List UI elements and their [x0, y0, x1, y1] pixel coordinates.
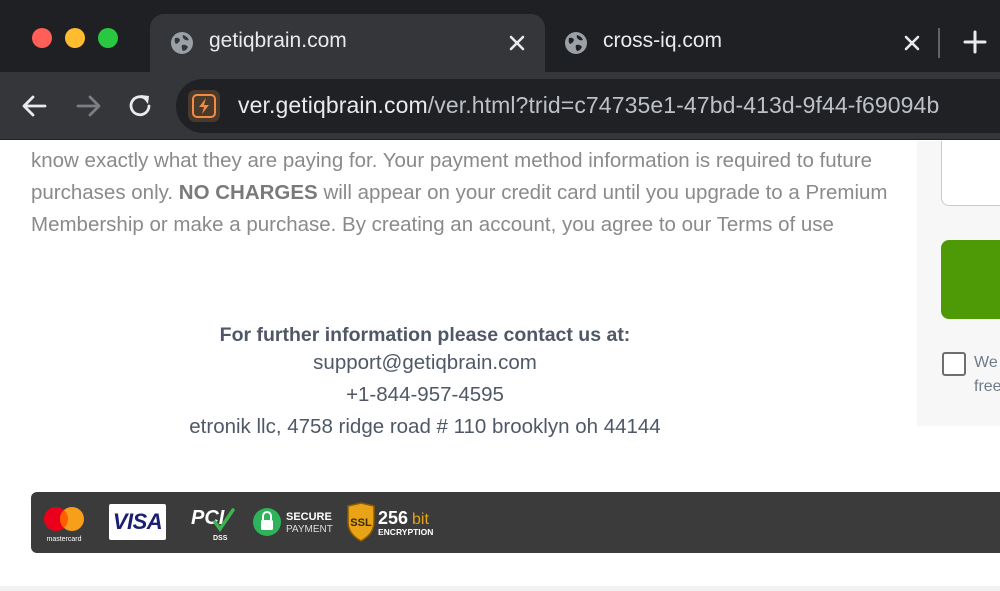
- no-charges-emphasis: NO CHARGES: [178, 181, 318, 204]
- contact-email[interactable]: support@getiqbrain.com: [0, 347, 850, 379]
- pci-dss-logo: PCI DSS: [191, 507, 235, 542]
- svg-text:DSS: DSS: [213, 535, 228, 542]
- globe-icon: [565, 32, 587, 54]
- plus-icon[interactable]: [960, 27, 990, 57]
- svg-text:mastercard: mastercard: [46, 536, 81, 543]
- address-bar[interactable]: ver.getiqbrain.com/ver.html?trid=c74735e…: [176, 79, 1000, 133]
- svg-text:bit: bit: [412, 511, 429, 528]
- site-info-button[interactable]: [188, 90, 220, 122]
- svg-text:PAYMENT: PAYMENT: [286, 524, 333, 535]
- close-icon[interactable]: [505, 31, 529, 55]
- tab-title: getiqbrain.com: [209, 29, 347, 52]
- form-input-field[interactable]: [941, 141, 1000, 206]
- tab-cross-iq[interactable]: cross-iq.com: [550, 14, 940, 72]
- terms-paragraph: know exactly what they are paying for. Y…: [31, 149, 888, 236]
- reload-icon[interactable]: [125, 91, 155, 121]
- minimize-window-button[interactable]: [65, 28, 85, 48]
- secure-payment-logo: SECURE PAYMENT: [253, 508, 333, 536]
- contact-address: etronik llc, 4758 ridge road # 110 brook…: [189, 415, 661, 438]
- forward-arrow-icon[interactable]: [73, 91, 103, 121]
- tab-bar: getiqbrain.com cross-iq.com: [0, 0, 1000, 72]
- payment-logos-bar: mastercard VISA PCI DSS SECURE PAYMENT S…: [31, 492, 1000, 553]
- submit-button[interactable]: [941, 240, 1000, 319]
- contact-block: For further information please contact u…: [0, 323, 850, 443]
- tab-separator: [938, 28, 940, 58]
- footer-divider: [0, 586, 1000, 591]
- tab-title: cross-iq.com: [603, 29, 723, 52]
- url-text: ver.getiqbrain.com/ver.html?trid=c74735e…: [238, 92, 940, 118]
- svg-text:SSL: SSL: [350, 517, 372, 529]
- consent-checkbox-label: We free: [974, 354, 1000, 395]
- tab-getiqbrain[interactable]: getiqbrain.com: [150, 14, 545, 72]
- ssl-256bit-logo: SSL 256 bit ENCRYPTION: [347, 502, 433, 542]
- page-content: know exactly what they are paying for. Y…: [0, 141, 1000, 591]
- close-icon[interactable]: [900, 31, 924, 55]
- svg-text:ENCRYPTION: ENCRYPTION: [378, 527, 433, 537]
- consent-checkbox[interactable]: [942, 352, 966, 376]
- lightning-icon: [192, 94, 216, 118]
- svg-text:SECURE: SECURE: [286, 511, 332, 523]
- globe-icon: [171, 32, 193, 54]
- back-arrow-icon[interactable]: [20, 91, 50, 121]
- mastercard-logo: mastercard: [44, 507, 84, 543]
- close-window-button[interactable]: [32, 28, 52, 48]
- contact-phone[interactable]: +1-844-957-4595: [0, 379, 850, 411]
- maximize-window-button[interactable]: [98, 28, 118, 48]
- visa-logo: VISA: [109, 504, 166, 540]
- svg-text:256: 256: [378, 508, 408, 528]
- contact-heading: For further information please contact u…: [219, 324, 631, 346]
- browser-toolbar: ver.getiqbrain.com/ver.html?trid=c74735e…: [0, 72, 1000, 140]
